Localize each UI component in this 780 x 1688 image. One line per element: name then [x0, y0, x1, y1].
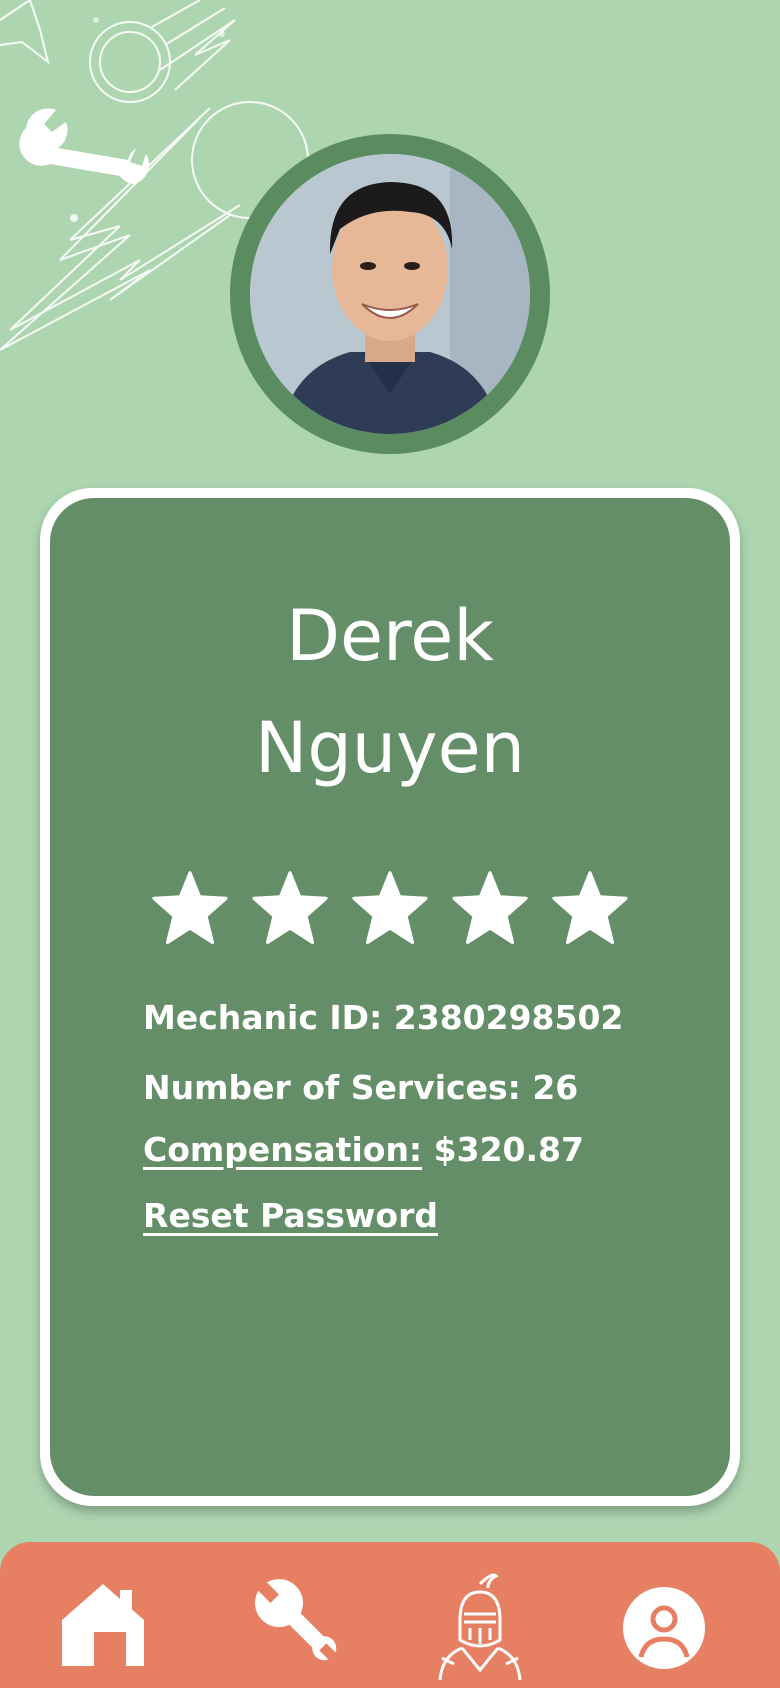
services-value: 26	[532, 1068, 579, 1107]
star-icon	[352, 871, 428, 944]
wrench-doodle-icon	[19, 108, 150, 184]
last-name: Nguyen	[254, 707, 526, 789]
avatar-photo	[250, 154, 530, 434]
star-icon	[452, 871, 528, 944]
person-portrait-icon	[250, 154, 530, 434]
avatar[interactable]	[230, 134, 550, 454]
nav-knight-button[interactable]	[410, 1542, 550, 1688]
first-name: Derek	[286, 595, 494, 677]
bottom-nav-bar	[0, 1542, 780, 1688]
services-row: Number of Services: 26	[143, 1068, 578, 1107]
mechanic-id-row: Mechanic ID: 2380298502	[143, 998, 623, 1037]
knight-icon	[438, 1573, 522, 1680]
star-icon	[552, 871, 628, 944]
mechanic-id-label: Mechanic ID:	[143, 998, 383, 1037]
compensation-value: $320.87	[433, 1130, 584, 1169]
home-icon	[62, 1584, 144, 1666]
profile-card: Derek Nguyen Mechanic ID: 2380298502 Num…	[40, 488, 740, 1506]
reset-password-link[interactable]: Reset Password	[143, 1196, 438, 1235]
services-label: Number of Services:	[143, 1068, 521, 1107]
rating-stars	[150, 868, 650, 948]
nav-services-button[interactable]	[226, 1542, 366, 1688]
user-icon	[623, 1587, 705, 1669]
nav-home-button[interactable]	[33, 1542, 173, 1688]
profile-card-body: Derek Nguyen Mechanic ID: 2380298502 Num…	[50, 498, 730, 1496]
mechanic-id-value: 2380298502	[393, 998, 624, 1037]
star-icon	[252, 871, 328, 944]
mechanic-name: Derek Nguyen	[50, 580, 730, 804]
star-icon	[152, 871, 228, 944]
compensation-link[interactable]: Compensation:	[143, 1130, 422, 1169]
wrench-icon	[254, 1578, 337, 1661]
nav-profile-button[interactable]	[594, 1542, 734, 1688]
compensation-row: Compensation: $320.87	[143, 1130, 584, 1169]
